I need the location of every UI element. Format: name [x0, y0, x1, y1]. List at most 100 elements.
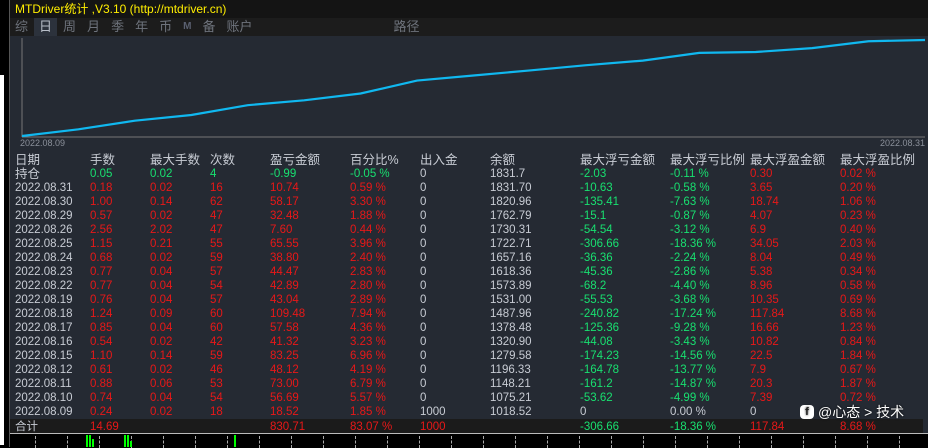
cell-7: 1279.58 — [490, 349, 580, 363]
timeline-tick — [99, 436, 100, 448]
cell-10: 8.04 — [750, 251, 840, 265]
cell-11: 1.84 % — [840, 349, 923, 363]
cell-3: 60 — [210, 321, 270, 335]
cell-2: 0.04 — [150, 391, 210, 405]
cell-3: 47 — [210, 223, 270, 237]
cell-0: 2022.08.25 — [10, 237, 90, 251]
cell-3: 18 — [210, 405, 270, 419]
cell-4: 43.04 — [270, 293, 350, 307]
cell-8: -45.36 — [580, 265, 670, 279]
tab-1[interactable]: 日 — [34, 18, 57, 36]
cell-7: 1657.16 — [490, 251, 580, 265]
tab-0[interactable]: 综 — [10, 18, 33, 36]
table-row: 2022.08.230.770.045744.472.83 %01618.36-… — [10, 265, 923, 279]
timeline-tick — [675, 436, 676, 448]
cell-0: 2022.08.12 — [10, 363, 90, 377]
chart-start-date: 2022.08.09 — [20, 138, 65, 148]
cell-5: 3.96 % — [350, 237, 420, 251]
table-row: 2022.08.251.150.215565.553.96 %01722.71-… — [10, 237, 923, 251]
tab-10[interactable]: 路径 — [388, 18, 424, 36]
cell-6: 0 — [420, 223, 490, 237]
cell-0: 2022.08.31 — [10, 181, 90, 195]
tab-8[interactable]: 备 — [197, 18, 220, 36]
table-row: 2022.08.120.610.024648.124.19 %01196.33-… — [10, 363, 923, 377]
cell-9: -2.86 % — [670, 265, 750, 279]
chart-end-date: 2022.08.31 — [880, 138, 925, 148]
cell-1: 0.77 — [90, 279, 150, 293]
cell-2: 0.14 — [150, 349, 210, 363]
cell-8: -240.82 — [580, 307, 670, 321]
cell-8: -68.2 — [580, 279, 670, 293]
cell-2: 最大手数 — [150, 152, 210, 167]
cell-9: -0.58 % — [670, 181, 750, 195]
cell-7: 1378.48 — [490, 321, 580, 335]
timeline-tick — [611, 436, 612, 448]
tab-9[interactable]: 账户 — [221, 18, 257, 36]
table-row: 2022.08.220.770.045442.892.80 %01573.89-… — [10, 279, 923, 293]
cell-0: 2022.08.29 — [10, 209, 90, 223]
watermark-text: @心态 > 技术 — [818, 402, 904, 422]
cell-6: 0 — [420, 181, 490, 195]
cell-9: -14.56 % — [670, 349, 750, 363]
timeline-tick — [547, 436, 548, 448]
cell-6: 0 — [420, 209, 490, 223]
cell-10: 34.05 — [750, 237, 840, 251]
cell-4: 73.00 — [270, 377, 350, 391]
cell-2: 0.02 — [150, 405, 210, 419]
cell-7: 1320.90 — [490, 335, 580, 349]
cell-7: 1831.7 — [490, 167, 580, 181]
cell-7: 余额 — [490, 152, 580, 167]
cell-10: 117.84 — [750, 307, 840, 321]
cell-1: 0.88 — [90, 377, 150, 391]
cell-5: 4.19 % — [350, 363, 420, 377]
equity-line — [22, 40, 925, 136]
tab-5[interactable]: 年 — [130, 18, 153, 36]
holding-row: 持仓0.050.024-0.99-0.05 %01831.7-2.03-0.11… — [10, 167, 923, 181]
cell-3: 57 — [210, 293, 270, 307]
cell-10: 16.66 — [750, 321, 840, 335]
timeline-tick — [259, 436, 260, 448]
volume-bar — [86, 435, 88, 447]
cell-9: -18.36 % — [670, 237, 750, 251]
cell-8: -135.41 — [580, 195, 670, 209]
cell-4: 18.52 — [270, 405, 350, 419]
cell-0: 2022.08.16 — [10, 335, 90, 349]
cell-1: 1.24 — [90, 307, 150, 321]
cell-2: 0.02 — [150, 181, 210, 195]
table-row: 2022.08.090.240.021818.521.85 %10001018.… — [10, 405, 923, 419]
bottom-timeline — [10, 433, 928, 447]
cell-4: 42.89 — [270, 279, 350, 293]
cell-1: 1.15 — [90, 237, 150, 251]
cell-0: 2022.08.17 — [10, 321, 90, 335]
cell-10: 0.30 — [750, 167, 840, 181]
cell-9: -3.43 % — [670, 335, 750, 349]
tab-4[interactable]: 季 — [106, 18, 129, 36]
tab-3[interactable]: 月 — [82, 18, 105, 36]
cell-1: 0.54 — [90, 335, 150, 349]
cell-3: 54 — [210, 391, 270, 405]
volume-bar — [234, 435, 236, 447]
timeline-tick — [163, 436, 164, 448]
cell-0: 2022.08.24 — [10, 251, 90, 265]
cell-1: 0.68 — [90, 251, 150, 265]
cell-6: 0 — [420, 293, 490, 307]
cell-11: 最大浮盈比例 — [840, 152, 923, 167]
cell-0: 2022.08.15 — [10, 349, 90, 363]
tab-6[interactable]: 币 — [154, 18, 177, 36]
cell-2: 0.02 — [150, 251, 210, 265]
tab-7[interactable]: M — [178, 18, 196, 36]
cell-8: -54.54 — [580, 223, 670, 237]
cell-5: 2.83 % — [350, 265, 420, 279]
cell-3: 53 — [210, 377, 270, 391]
cell-1: 0.61 — [90, 363, 150, 377]
cell-3: 60 — [210, 307, 270, 321]
cell-2: 0.02 — [150, 335, 210, 349]
cell-1: 0.05 — [90, 167, 150, 181]
table-row: 2022.08.181.240.0960109.487.94 %01487.96… — [10, 307, 923, 321]
cell-9: -4.40 % — [670, 279, 750, 293]
timeline-tick — [483, 436, 484, 448]
timeline-tick — [867, 436, 868, 448]
volume-bar — [130, 441, 132, 447]
tab-2[interactable]: 周 — [58, 18, 81, 36]
timeline-tick — [67, 436, 68, 448]
